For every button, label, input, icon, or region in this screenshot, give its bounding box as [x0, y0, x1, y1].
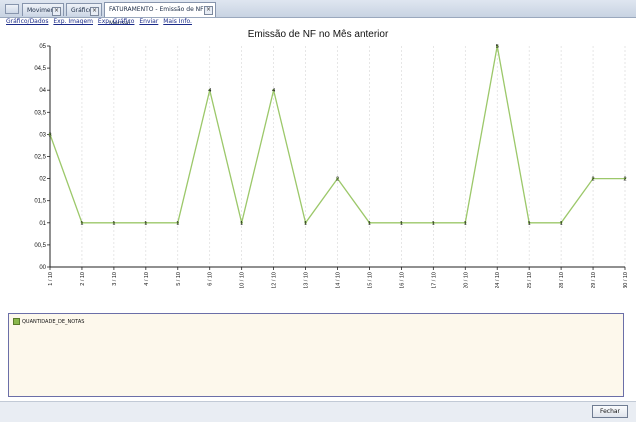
- legend-item: QUANTIDADE_DE_NOTAS: [13, 318, 84, 325]
- data-label: 1: [368, 221, 371, 227]
- data-label: 4: [272, 88, 275, 94]
- footer-bar: Fechar: [0, 401, 636, 422]
- x-tick-label: 13 / 10: [304, 272, 310, 288]
- y-tick-label: 01: [39, 221, 46, 227]
- data-label: 1: [176, 221, 179, 227]
- data-label: 1: [528, 221, 531, 227]
- y-tick-label: 01,5: [34, 199, 46, 205]
- line-chart: 05 04,5 04 03,5 03 02,5 02 01,5 01 00,5 001 / 10 2 …: [34, 44, 629, 288]
- x-tick-label: 28 / 10: [559, 272, 565, 288]
- x-tick-label: 15 / 10: [367, 272, 373, 288]
- x-tick-label: 30 / 10: [623, 272, 629, 288]
- close-icon[interactable]: ×: [90, 7, 99, 16]
- y-tick-label: 00,5: [34, 243, 46, 249]
- data-label: 1: [144, 221, 147, 227]
- chart-menu: Gráfico/Dados Exp. Imagem Exp. Gráfico E…: [6, 18, 195, 25]
- y-tick-label: 03: [39, 132, 46, 138]
- legend-label: QUANTIDADE_DE_NOTAS: [22, 319, 85, 325]
- legend-panel: QUANTIDADE_DE_NOTAS: [8, 313, 624, 397]
- x-tick-label: 5 / 10: [176, 272, 182, 286]
- tab-faturamento[interactable]: FATURAMENTO - Emissão de NF Mensal ×: [104, 2, 216, 27]
- data-label: 1: [560, 221, 563, 227]
- y-tick-label: 04,5: [34, 66, 46, 72]
- x-tick-label: 12 / 10: [272, 272, 278, 288]
- x-tick-label: 16 / 10: [399, 272, 405, 288]
- close-icon[interactable]: ×: [52, 7, 61, 16]
- y-tick-label: 00: [39, 265, 46, 271]
- data-label: 1: [240, 221, 243, 227]
- x-tick-label: 25 / 10: [527, 272, 533, 288]
- x-tick-label: 20 / 10: [463, 272, 469, 288]
- y-tick-label: 03,5: [34, 110, 46, 116]
- data-label: 2: [623, 177, 626, 183]
- menu-exp-grafico[interactable]: Exp. Gráfico: [98, 18, 135, 25]
- tab-movimento[interactable]: Movimento ×: [22, 3, 64, 16]
- data-label: 4: [208, 88, 211, 94]
- close-icon[interactable]: ×: [204, 6, 213, 15]
- x-tick-label: 14 / 10: [336, 272, 342, 288]
- x-tick-label: 2 / 10: [80, 272, 86, 286]
- home-icon[interactable]: [5, 4, 19, 14]
- y-tick-label: 05: [39, 44, 46, 50]
- x-tick-label: 24 / 10: [495, 272, 501, 288]
- legend-swatch: [13, 318, 20, 325]
- x-tick-label: 6 / 10: [208, 272, 214, 286]
- y-tick-label: 02,5: [34, 155, 46, 161]
- tab-grafico[interactable]: Gráfico ×: [66, 3, 102, 16]
- data-label: 1: [112, 221, 115, 227]
- data-label: 1: [464, 221, 467, 227]
- y-tick-label: 02: [39, 177, 46, 183]
- x-tick-label: 17 / 10: [431, 272, 437, 288]
- data-label: 1: [80, 221, 83, 227]
- menu-exp-imagem[interactable]: Exp. Imagem: [53, 18, 93, 25]
- x-tick-label: 4 / 10: [144, 272, 150, 286]
- data-label: 1: [304, 221, 307, 227]
- data-label: 2: [336, 177, 339, 183]
- x-tick-label: 29 / 10: [591, 272, 597, 288]
- data-label: 2: [592, 177, 595, 183]
- x-tick-label: 1 / 10: [48, 272, 54, 286]
- data-label: 1: [400, 221, 403, 227]
- x-tick-label: 3 / 10: [112, 272, 118, 286]
- data-label: 1: [432, 221, 435, 227]
- menu-mais-info[interactable]: Mais Info.: [163, 18, 192, 25]
- tab-bar: Movimento × Gráfico × FATURAMENTO - Emis…: [0, 0, 636, 27]
- close-button[interactable]: Fechar: [592, 405, 628, 418]
- y-tick-label: 04: [39, 88, 46, 94]
- data-label: 5: [496, 44, 499, 50]
- menu-enviar[interactable]: Enviar: [139, 18, 158, 25]
- data-label: 3: [48, 132, 51, 138]
- menu-grafico-dados[interactable]: Gráfico/Dados: [6, 18, 48, 25]
- x-tick-label: 10 / 10: [240, 272, 246, 288]
